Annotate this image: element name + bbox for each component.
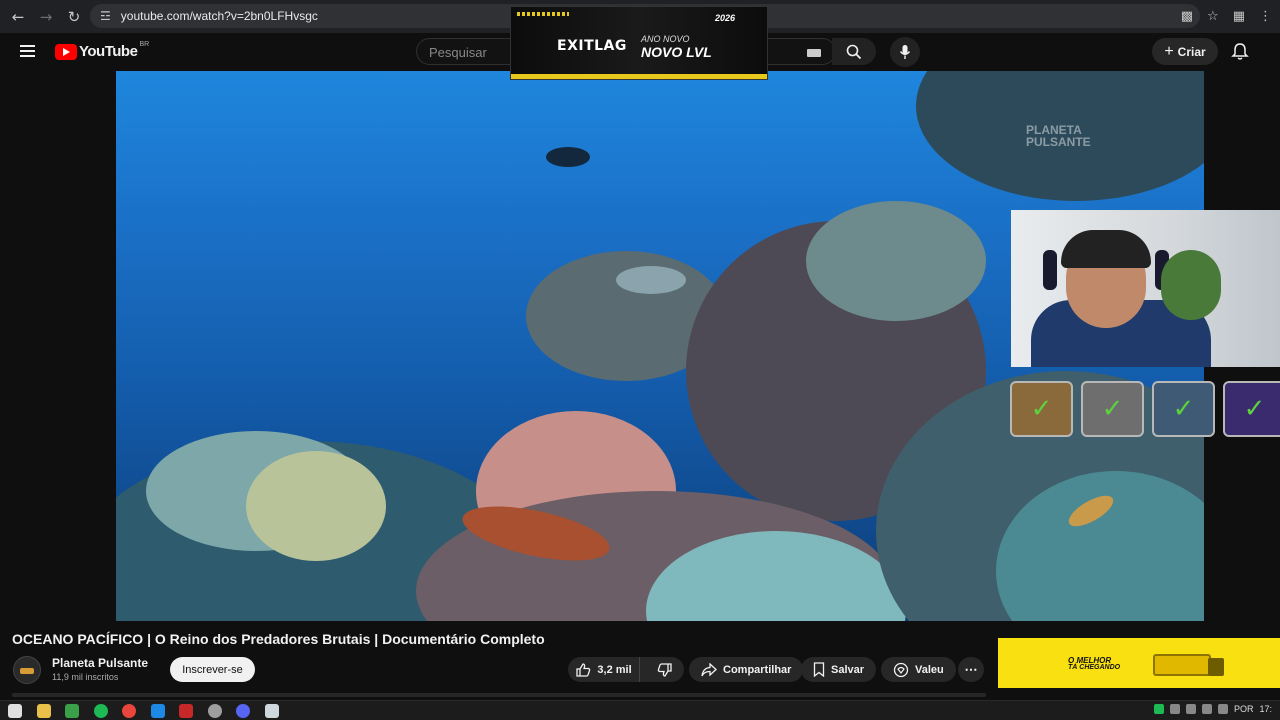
channel-name[interactable]: Planeta Pulsante: [52, 656, 148, 670]
share-icon: [701, 662, 717, 676]
tray-icon[interactable]: [1169, 704, 1180, 714]
network-icon[interactable]: [1201, 704, 1212, 714]
check-icon: ✓: [1030, 394, 1053, 424]
check-icon: ✓: [1243, 394, 1266, 424]
search-button[interactable]: [832, 38, 876, 65]
create-label: Criar: [1177, 44, 1206, 59]
description-divider: [12, 693, 986, 697]
obs-icon[interactable]: [208, 704, 222, 718]
clock[interactable]: 17:: [1259, 704, 1272, 714]
tile-item: ✓: [1152, 381, 1215, 437]
check-icon: ✓: [1101, 394, 1124, 424]
bookmark-icon: [813, 662, 825, 677]
notifications-bell-icon[interactable]: [1230, 42, 1250, 62]
save-button[interactable]: Salvar: [801, 657, 877, 682]
thumbs-down-icon: [657, 662, 672, 677]
search-placeholder: Pesquisar: [429, 45, 487, 60]
ad-banner[interactable]: O MELHOR TÁ CHEGANDO: [998, 638, 1280, 688]
save-label: Salvar: [831, 663, 865, 676]
extensions-icon[interactable]: ▦: [1233, 9, 1245, 24]
webcam-overlay: [1011, 210, 1280, 367]
exitlag-logo: EXITLAG: [557, 38, 627, 54]
thanks-button[interactable]: Valeu: [881, 657, 956, 682]
thanks-label: Valeu: [915, 663, 944, 676]
truck-icon: [1153, 654, 1211, 676]
plant-shape: [1161, 250, 1221, 320]
channel-avatar[interactable]: [13, 656, 41, 684]
screen: ← → ↻ ☲ youtube.com/watch?v=2bn0LFHvsgc …: [0, 0, 1280, 720]
language-indicator[interactable]: POR: [1234, 704, 1254, 714]
app-icon[interactable]: [265, 704, 279, 718]
cast-icon[interactable]: ▩: [1181, 9, 1193, 24]
windows-start-icon[interactable]: [8, 704, 22, 718]
youtube-play-icon: [55, 43, 77, 60]
video-title: OCEANO PACÍFICO | O Reino dos Predadores…: [12, 631, 545, 647]
tray-icon[interactable]: [1185, 704, 1196, 714]
file-explorer-icon[interactable]: [37, 704, 51, 718]
subscriber-count: 11,9 mil inscritos: [52, 672, 119, 682]
spotify-icon[interactable]: [94, 704, 108, 718]
super-thanks-icon: [893, 662, 909, 677]
share-button[interactable]: Compartilhar: [689, 657, 804, 682]
app-icon[interactable]: [151, 704, 165, 718]
tile-item: ✓: [1010, 381, 1073, 437]
banner-line2: NOVO LVL: [641, 44, 712, 60]
thumbs-up-icon: [576, 662, 591, 677]
exitlag-banner: 2026 EXITLAG ANO NOVO NOVO LVL: [510, 6, 768, 80]
overlay-tiles: ✓ ✓ ✓ ✓: [1010, 381, 1280, 437]
like-button[interactable]: 3,2 mil: [568, 657, 641, 682]
create-button[interactable]: + Criar: [1152, 38, 1218, 65]
system-tray: POR 17:: [1153, 704, 1272, 714]
channel-watermark: PLANETA PULSANTE: [1026, 124, 1091, 148]
streamer-cap: [1061, 230, 1151, 268]
chrome-icon[interactable]: [122, 704, 136, 718]
microphone-icon: [899, 45, 911, 59]
volume-icon[interactable]: [1217, 704, 1228, 714]
fish-shape: [546, 147, 590, 167]
browser-menu-icon[interactable]: ⋮: [1259, 9, 1272, 24]
headphones-icon: [1043, 250, 1057, 290]
truck-cab-icon: [1208, 658, 1224, 676]
windows-taskbar: POR 17:: [0, 700, 1280, 720]
discord-icon[interactable]: [236, 704, 250, 718]
xbox-icon[interactable]: [65, 704, 79, 718]
banner-stripe: [517, 12, 569, 16]
address-url: youtube.com/watch?v=2bn0LFHvsgc: [120, 9, 318, 23]
site-info-icon[interactable]: ☲: [100, 9, 111, 23]
watermark-line2: PULSANTE: [1026, 135, 1091, 149]
tile-item: ✓: [1081, 381, 1144, 437]
back-button[interactable]: ←: [4, 3, 32, 31]
banner-year: 2026: [715, 13, 736, 23]
voice-search-button[interactable]: [890, 37, 920, 67]
check-icon: ✓: [1172, 394, 1195, 424]
banner-bar: [511, 74, 767, 79]
tile-item: ✓: [1223, 381, 1280, 437]
more-actions-button[interactable]: ⋯: [958, 657, 984, 682]
coral-shape: [806, 201, 986, 321]
tray-icon[interactable]: [1153, 704, 1164, 714]
dislike-button[interactable]: [646, 662, 684, 678]
youtube-logo[interactable]: YouTube BR: [55, 41, 150, 60]
search-icon: [846, 44, 862, 59]
country-code: BR: [139, 41, 150, 48]
subscribe-button[interactable]: Inscrever-se: [170, 657, 255, 682]
keyboard-icon[interactable]: [807, 49, 821, 57]
like-dislike-group: 3,2 mil: [568, 657, 684, 682]
ad-line2: TÁ CHEGANDO: [1068, 664, 1121, 671]
youtube-wordmark: YouTube: [79, 43, 138, 60]
plus-icon: +: [1164, 42, 1174, 60]
share-label: Compartilhar: [723, 663, 792, 676]
coral-shape: [246, 451, 386, 561]
forward-button[interactable]: →: [32, 3, 60, 31]
like-count: 3,2 mil: [597, 663, 632, 676]
browser-actions: ▩ ☆ ▦ ⋮: [1181, 4, 1272, 28]
app-icon[interactable]: [179, 704, 193, 718]
hamburger-menu-icon[interactable]: [20, 45, 35, 57]
reload-button[interactable]: ↻: [60, 3, 88, 31]
fish-shape: [616, 266, 686, 294]
bookmark-star-icon[interactable]: ☆: [1207, 9, 1219, 24]
banner-line1: ANO NOVO: [641, 34, 690, 44]
